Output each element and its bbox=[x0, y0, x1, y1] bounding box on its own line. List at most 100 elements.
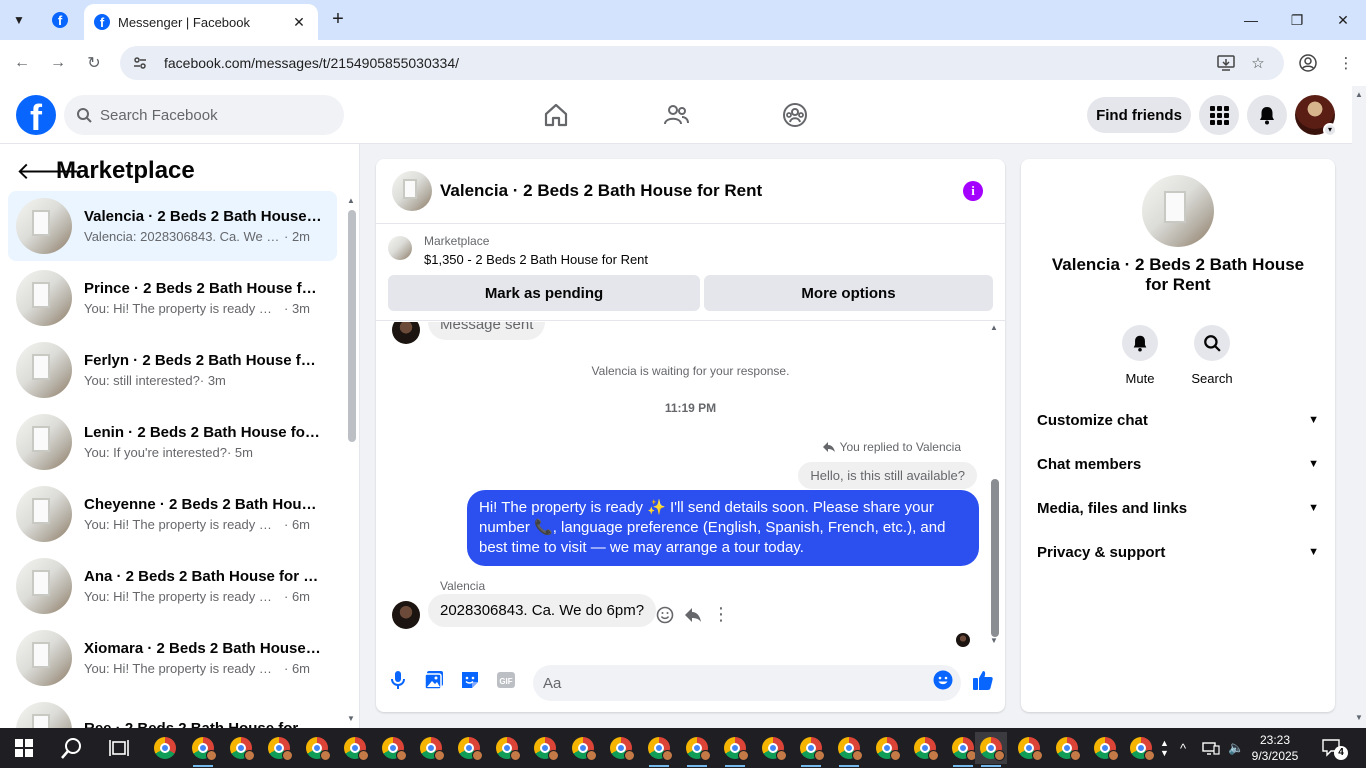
page-scrollbar[interactable]: ▲ ▼ bbox=[1352, 86, 1366, 728]
home-icon[interactable] bbox=[539, 98, 573, 132]
search-icon[interactable] bbox=[1194, 325, 1230, 361]
like-thumbs-up-icon[interactable] bbox=[971, 668, 995, 692]
chrome-taskbar-icon[interactable] bbox=[453, 732, 485, 764]
conversation-item[interactable]: Ana · 2 Beds 2 Bath House for R... You: … bbox=[8, 551, 337, 621]
conversation-item[interactable]: Valencia · 2 Beds 2 Bath House f... Vale… bbox=[8, 191, 337, 261]
conversation-item[interactable]: Cheyenne · 2 Beds 2 Bath House... You: H… bbox=[8, 479, 337, 549]
windows-start-icon[interactable] bbox=[8, 732, 40, 764]
bell-icon[interactable] bbox=[1122, 325, 1158, 361]
details-listing-thumbnail[interactable] bbox=[1142, 175, 1214, 247]
chrome-taskbar-icon[interactable] bbox=[681, 732, 713, 767]
outgoing-message-bubble[interactable]: Hi! The property is ready ✨ I'll send de… bbox=[467, 490, 979, 566]
conversation-item[interactable]: Ferlyn · 2 Beds 2 Bath House for... You:… bbox=[8, 335, 337, 405]
info-icon[interactable]: i bbox=[963, 181, 983, 201]
react-emoji-icon[interactable] bbox=[656, 606, 674, 624]
volume-icon[interactable]: 🔈 bbox=[1228, 728, 1244, 768]
scroll-up-icon[interactable]: ▲ bbox=[347, 196, 355, 205]
scrollbar-thumb[interactable] bbox=[991, 479, 999, 637]
scroll-down-icon[interactable]: ▼ bbox=[347, 714, 355, 723]
profile-icon[interactable] bbox=[1296, 51, 1320, 75]
chrome-taskbar-icon[interactable] bbox=[909, 732, 941, 764]
close-window-button[interactable]: ✕ bbox=[1320, 6, 1366, 34]
media-files-links-section[interactable]: Media, files and links ▼ bbox=[1029, 488, 1327, 528]
conversation-item[interactable]: Prince · 2 Beds 2 Bath House for... You:… bbox=[8, 263, 337, 333]
install-app-icon[interactable] bbox=[1214, 51, 1238, 75]
conversation-list-scrollbar[interactable]: ▲ ▼ bbox=[345, 196, 359, 724]
groups-icon[interactable] bbox=[778, 98, 812, 132]
active-tab[interactable]: f Messenger | Facebook ✕ bbox=[84, 4, 318, 40]
new-tab-button[interactable]: + bbox=[326, 8, 350, 32]
chrome-taskbar-icon[interactable] bbox=[187, 732, 219, 767]
task-view-icon[interactable] bbox=[103, 732, 135, 764]
taskbar-clock[interactable]: 23:23 9/3/2025 bbox=[1243, 732, 1307, 764]
restore-button[interactable]: ❐ bbox=[1274, 6, 1320, 34]
back-arrow-icon[interactable]: 🡐 bbox=[16, 156, 80, 186]
conversation-item[interactable]: Xiomara · 2 Beds 2 Bath House f... You: … bbox=[8, 623, 337, 693]
reply-icon[interactable] bbox=[684, 607, 702, 623]
chrome-taskbar-icon[interactable] bbox=[1013, 732, 1045, 764]
chrome-taskbar-icon[interactable] bbox=[1089, 732, 1121, 764]
taskbar-overflow-arrows[interactable]: ▲ ▼ bbox=[1160, 728, 1169, 768]
chrome-taskbar-icon[interactable] bbox=[975, 732, 1007, 767]
chat-listing-thumbnail[interactable] bbox=[392, 171, 432, 211]
chrome-taskbar-icon[interactable] bbox=[605, 732, 637, 764]
browser-menu-icon[interactable]: ⋮ bbox=[1334, 51, 1358, 75]
conversation-item[interactable]: Ree · 2 Beds 2 Bath House for R... bbox=[8, 695, 337, 728]
facebook-logo-icon[interactable]: f bbox=[16, 95, 56, 135]
notifications-bell-icon[interactable] bbox=[1247, 95, 1287, 135]
chrome-taskbar-icon[interactable] bbox=[225, 732, 257, 764]
chrome-taskbar-icon[interactable] bbox=[719, 732, 751, 767]
chrome-taskbar-icon[interactable] bbox=[339, 732, 371, 764]
chrome-taskbar-icon[interactable] bbox=[301, 732, 333, 764]
quoted-message[interactable]: Hello, is this still available? bbox=[798, 462, 977, 489]
chrome-taskbar-icon[interactable] bbox=[757, 732, 789, 764]
tab-close-icon[interactable]: ✕ bbox=[290, 14, 308, 31]
customize-chat-section[interactable]: Customize chat ▼ bbox=[1029, 400, 1327, 440]
pinned-facebook-tab[interactable]: f bbox=[46, 8, 74, 32]
tab-search-dropdown-icon[interactable]: ▼ bbox=[6, 8, 32, 32]
sticker-icon[interactable] bbox=[458, 668, 482, 692]
chrome-taskbar-icon[interactable] bbox=[643, 732, 675, 767]
scroll-up-icon[interactable]: ▲ bbox=[1355, 90, 1363, 99]
chrome-taskbar-icon[interactable] bbox=[795, 732, 827, 767]
valencia-avatar[interactable] bbox=[392, 601, 420, 629]
chrome-taskbar-icon[interactable] bbox=[491, 732, 523, 764]
bookmark-star-icon[interactable]: ☆ bbox=[1246, 51, 1270, 75]
mute-action[interactable]: Mute bbox=[1110, 325, 1170, 386]
conversation-item[interactable]: Lenin · 2 Beds 2 Bath House for ... You:… bbox=[8, 407, 337, 477]
microphone-icon[interactable] bbox=[386, 668, 410, 692]
show-hidden-icons[interactable]: ^ bbox=[1180, 728, 1186, 768]
incoming-message-bubble[interactable]: 2028306843. Ca. We do 6pm? bbox=[428, 594, 657, 627]
chrome-taskbar-icon[interactable] bbox=[1051, 732, 1083, 764]
minimize-button[interactable]: — bbox=[1228, 6, 1274, 34]
chrome-taskbar-icon[interactable] bbox=[263, 732, 295, 764]
scroll-down-icon[interactable]: ▼ bbox=[1355, 713, 1363, 722]
chrome-taskbar-icon[interactable] bbox=[871, 732, 903, 764]
chrome-taskbar-icon[interactable] bbox=[415, 732, 447, 764]
action-center-icon[interactable]: 4 bbox=[1322, 728, 1348, 768]
search-action[interactable]: Search bbox=[1182, 325, 1242, 386]
scrollbar-thumb[interactable] bbox=[348, 210, 356, 442]
account-avatar[interactable]: ▾ bbox=[1295, 95, 1337, 137]
scroll-down-icon[interactable]: ▼ bbox=[990, 636, 998, 645]
message-input[interactable] bbox=[543, 674, 903, 692]
facebook-search[interactable] bbox=[64, 95, 344, 135]
mark-as-pending-button[interactable]: Mark as pending bbox=[388, 275, 700, 311]
more-options-button[interactable]: More options bbox=[704, 275, 993, 311]
back-icon[interactable]: ← bbox=[10, 51, 34, 75]
forward-icon[interactable]: → bbox=[46, 51, 70, 75]
search-icon[interactable] bbox=[56, 732, 88, 764]
site-settings-icon[interactable] bbox=[132, 55, 148, 71]
emoji-icon[interactable] bbox=[931, 668, 955, 692]
photo-icon[interactable] bbox=[422, 668, 446, 692]
friends-icon[interactable] bbox=[659, 98, 693, 132]
chrome-taskbar-icon[interactable] bbox=[149, 732, 181, 764]
network-icon[interactable] bbox=[1202, 728, 1220, 768]
privacy-support-section[interactable]: Privacy & support ▼ bbox=[1029, 532, 1327, 572]
more-actions-icon[interactable]: ⋮ bbox=[712, 604, 730, 625]
menu-grid-icon[interactable] bbox=[1199, 95, 1239, 135]
chat-members-section[interactable]: Chat members ▼ bbox=[1029, 444, 1327, 484]
chrome-taskbar-icon[interactable] bbox=[567, 732, 599, 764]
chrome-taskbar-icon[interactable] bbox=[377, 732, 409, 764]
chat-scrollbar[interactable]: ▲ ▼ bbox=[989, 323, 1001, 649]
